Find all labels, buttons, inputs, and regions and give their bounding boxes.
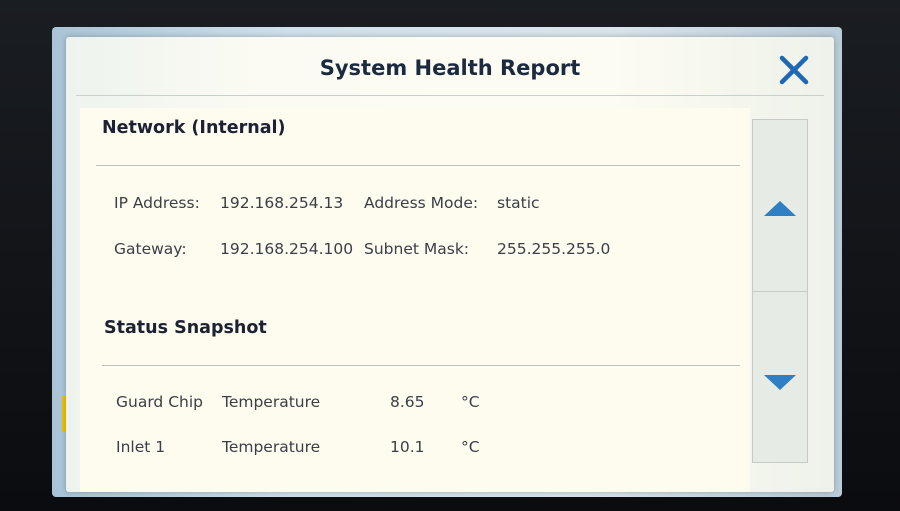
network-divider <box>96 165 740 166</box>
arrow-up-icon <box>764 201 796 216</box>
sensor-name: Inlet 1 <box>116 438 166 456</box>
scroll-up-button[interactable] <box>753 120 807 292</box>
title-divider <box>76 95 824 96</box>
address-mode-label: Address Mode: <box>364 194 479 212</box>
health-report-dialog: System Health Report Network (Internal) … <box>66 37 834 492</box>
sensor-unit: °C <box>461 393 480 411</box>
subnet-mask-label: Subnet Mask: <box>364 240 470 258</box>
sensor-value: 8.65 <box>390 393 425 411</box>
sensor-name: Guard Chip <box>116 393 203 411</box>
scroll-down-button[interactable] <box>753 291 807 462</box>
network-section-title: Network (Internal) <box>102 118 286 138</box>
report-content[interactable]: Network (Internal) IP Address: 192.168.2… <box>80 108 750 492</box>
subnet-mask-value: 255.255.255.0 <box>497 240 611 258</box>
status-section-title: Status Snapshot <box>104 318 267 338</box>
sensor-unit: °C <box>461 438 480 456</box>
sensor-metric: Temperature <box>222 438 321 456</box>
arrow-down-icon <box>764 375 796 390</box>
dialog-title: System Health Report <box>319 56 581 80</box>
sensor-metric: Temperature <box>222 393 321 411</box>
address-mode-value: static <box>497 194 540 212</box>
sensor-value: 10.1 <box>390 438 425 456</box>
gateway-label: Gateway: <box>114 240 187 258</box>
ip-address-label: IP Address: <box>114 194 200 212</box>
close-button[interactable] <box>771 47 817 93</box>
close-icon <box>779 55 809 85</box>
status-divider <box>102 365 740 366</box>
scrollbar[interactable] <box>752 119 808 463</box>
ip-address-value: 192.168.254.13 <box>220 194 344 212</box>
gateway-value: 192.168.254.100 <box>220 240 354 258</box>
